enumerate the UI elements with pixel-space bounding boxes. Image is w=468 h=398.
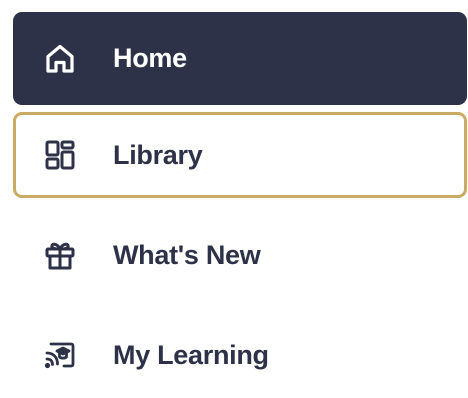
nav-item-home[interactable]: Home <box>13 12 467 105</box>
sidebar-nav: Home Library What's New My Learning <box>0 0 468 374</box>
gift-icon <box>43 238 77 272</box>
nav-item-label: What's New <box>113 239 261 270</box>
home-icon <box>43 42 77 76</box>
nav-item-label: Library <box>113 139 203 170</box>
nav-item-label: Home <box>113 43 187 73</box>
nav-item-whats-new[interactable]: What's New <box>13 212 467 298</box>
nav-item-library[interactable]: Library <box>13 112 467 198</box>
nav-item-my-learning[interactable]: My Learning <box>13 312 467 398</box>
nav-item-label: My Learning <box>113 339 269 370</box>
library-icon <box>43 138 77 172</box>
my-learning-icon <box>43 338 77 372</box>
